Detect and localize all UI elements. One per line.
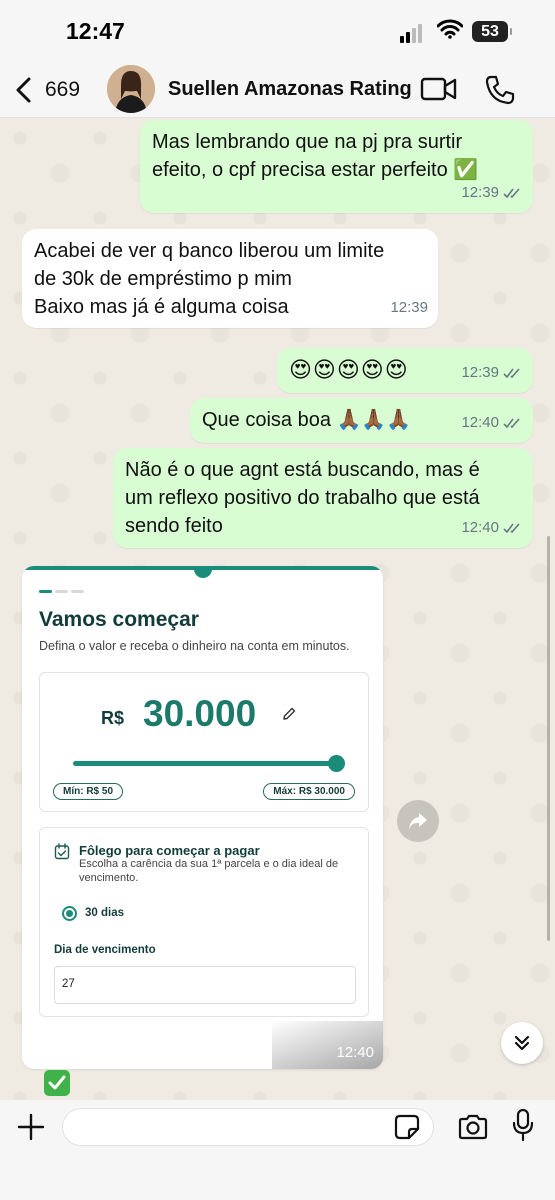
amount-box: R$ 30.000 Mín: R$ 50 Máx: R$ 30.000 — [39, 672, 369, 812]
collapse-chevron-icon — [194, 566, 212, 578]
message-bubble-outgoing[interactable]: 😍😍😍😍😍 12:39 — [277, 348, 533, 393]
calendar-icon — [54, 843, 70, 860]
message-meta: 12:39 — [461, 179, 523, 207]
card-title: Vamos começar — [39, 608, 199, 631]
read-receipt-icon — [503, 418, 520, 429]
unread-count[interactable]: 669 — [45, 78, 80, 102]
input-bar — [0, 1100, 555, 1200]
chevron-down-icon — [514, 1035, 530, 1051]
message-bubble-outgoing[interactable]: Mas lembrando que na pj pra surtir efeit… — [140, 120, 533, 213]
message-time: 12:40 — [336, 1044, 374, 1061]
currency-symbol: R$ — [101, 708, 125, 728]
section-subtitle: Escolha a carência da sua 1ª parcela e o… — [79, 858, 339, 884]
plus-icon[interactable] — [16, 1112, 46, 1142]
chat-area[interactable]: Mas lembrando que na pj pra surtir efeit… — [0, 118, 555, 1100]
card-subtitle: Defina o valor e receba o dinheiro na co… — [39, 639, 350, 653]
message-time: 12:39 — [461, 364, 499, 381]
check-mark-icon — [48, 1075, 66, 1090]
message-bubble-outgoing[interactable]: Não é o que agnt está buscando, mas é um… — [113, 448, 533, 548]
battery-indicator: 53 — [472, 21, 512, 42]
sticker-icon[interactable] — [393, 1113, 421, 1141]
next-message-preview — [44, 1070, 70, 1096]
message-time: 12:39 — [390, 299, 428, 316]
image-time-overlay: 12:40 — [272, 1021, 383, 1069]
scroll-to-bottom-button[interactable] — [501, 1022, 543, 1064]
video-call-icon[interactable] — [420, 76, 458, 102]
read-receipt-icon — [503, 523, 520, 534]
wifi-icon — [437, 19, 463, 39]
message-input[interactable] — [62, 1108, 434, 1146]
cellular-signal-icon — [400, 23, 426, 43]
status-bar: 12:47 53 — [0, 0, 555, 62]
amount-slider — [73, 755, 345, 772]
message-bubble-incoming[interactable]: Acabei de ver q banco liberou um limite … — [22, 229, 438, 328]
message-time: 12:40 — [461, 519, 499, 536]
message-meta: 12:40 — [461, 514, 523, 542]
read-receipt-icon — [503, 188, 520, 199]
min-amount-pill: Mín: R$ 50 — [53, 783, 124, 800]
message-text-line: Acabei de ver q banco liberou um limite — [34, 240, 385, 262]
message-time: 12:39 — [461, 184, 499, 201]
section-title: Fôlego para começar a pagar — [79, 843, 260, 858]
read-receipt-icon — [503, 368, 520, 379]
message-meta: 12:39 — [461, 359, 523, 387]
due-date-label: Dia de vencimento — [54, 944, 156, 956]
message-meta: 12:40 — [461, 409, 523, 437]
forward-button[interactable] — [397, 800, 439, 842]
due-date-field: 27 — [54, 966, 356, 1004]
avatar[interactable] — [107, 65, 155, 113]
message-text-line: um reflexo positivo do trabalho que está — [125, 487, 480, 509]
radio-selected — [62, 906, 77, 921]
phone-icon[interactable] — [484, 74, 516, 106]
slider-knob — [328, 755, 345, 772]
message-text-line: de 30k de empréstimo p mim — [34, 268, 292, 290]
back-icon[interactable] — [14, 76, 34, 104]
message-text-line: Baixo mas já é alguma coisa — [34, 296, 289, 318]
status-time: 12:47 — [66, 18, 125, 44]
message-text-line: Não é o que agnt está buscando, mas é — [125, 459, 480, 481]
image-message[interactable]: Vamos começar Defina o valor e receba o … — [22, 566, 383, 1069]
grace-period-box: Fôlego para começar a pagar Escolha a ca… — [39, 827, 369, 1017]
message-meta: 12:39 — [390, 294, 428, 322]
edit-icon — [283, 707, 296, 720]
chat-header: 669 Suellen Amazonas Rating — [0, 62, 555, 118]
slider-fill — [73, 761, 336, 766]
contact-name[interactable]: Suellen Amazonas Rating — [168, 78, 412, 101]
message-bubble-outgoing[interactable]: Que coisa boa 🙏🏾🙏🏾🙏🏾 12:40 — [190, 398, 533, 443]
forward-icon — [409, 813, 427, 829]
scrollbar[interactable] — [547, 536, 550, 941]
camera-icon[interactable] — [457, 1113, 489, 1141]
step-progress — [39, 590, 84, 593]
message-time: 12:40 — [461, 414, 499, 431]
max-amount-pill: Máx: R$ 30.000 — [263, 783, 355, 800]
message-text-line: Mas lembrando que na pj pra surtir — [152, 131, 463, 153]
radio-label: 30 dias — [85, 907, 124, 919]
mic-icon[interactable] — [512, 1108, 534, 1142]
loan-amount: 30.000 — [143, 693, 257, 734]
